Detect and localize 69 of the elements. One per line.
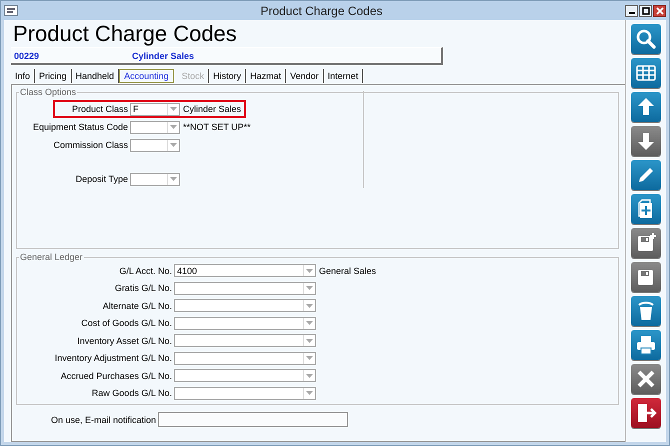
- tab[interactable]: Info: [11, 68, 36, 82]
- field-label: Deposit Type: [74, 174, 128, 184]
- tab[interactable]: Hazmat: [246, 68, 286, 82]
- grid-icon: [635, 62, 657, 84]
- floppy-button[interactable]: [631, 262, 661, 292]
- tab[interactable]: Pricing: [35, 68, 72, 82]
- field-label: G/L Acct. No.: [118, 266, 172, 276]
- group-title: General Ledger: [19, 252, 84, 262]
- close-icon: [656, 6, 664, 14]
- dropdown-arrow-icon: [306, 321, 313, 326]
- dropdown[interactable]: F: [130, 102, 180, 116]
- grid-button[interactable]: [631, 58, 661, 88]
- field-label: Inventory Adjustment G/L No.: [54, 353, 172, 364]
- dropdown-arrow-icon: [306, 356, 313, 360]
- tab[interactable]: History: [209, 68, 246, 82]
- field-label: Product Class: [70, 104, 128, 114]
- page-heading: Product Charge Codes: [13, 22, 238, 46]
- dropdown[interactable]: 4100: [174, 264, 316, 278]
- field-label: Raw Goods G/L No.: [90, 388, 172, 398]
- pencil-button[interactable]: [631, 160, 661, 190]
- field-label: Inventory Asset G/L No.: [76, 336, 172, 346]
- printer-icon: [635, 334, 657, 356]
- record-code: 00229: [13, 50, 40, 60]
- dropdown-arrow-icon: [306, 338, 313, 343]
- window-title: Product Charge Codes: [259, 4, 384, 18]
- search-icon: [635, 28, 657, 50]
- exit-door-icon: [635, 402, 657, 424]
- exit-door-button[interactable]: [631, 398, 661, 428]
- minimize-button[interactable]: [625, 4, 638, 16]
- floppy-plus-icon: [635, 232, 657, 254]
- group-title: Class Options: [19, 87, 78, 97]
- new-document-button[interactable]: [631, 194, 661, 224]
- dropdown-arrow-icon: [306, 286, 313, 290]
- tab[interactable]: Handheld: [72, 68, 120, 82]
- dropdown-arrow-icon: [306, 268, 313, 273]
- field-label: On use, E-mail notification: [50, 414, 156, 424]
- close-button[interactable]: [653, 4, 666, 16]
- field-label: Gratis G/L No.: [114, 283, 172, 294]
- field-description: General Sales: [319, 266, 376, 276]
- tab[interactable]: Internet: [324, 68, 364, 82]
- field-label: Commission Class: [52, 140, 128, 150]
- maximize-button[interactable]: [639, 4, 652, 16]
- field-label: Alternate G/L No.: [102, 300, 172, 311]
- field-description: **NOT SET UP**: [183, 122, 251, 132]
- field-description: Cylinder Sales: [183, 104, 242, 114]
- search-button[interactable]: [631, 24, 661, 54]
- field-label: Equipment Status Code: [32, 122, 128, 132]
- field-label: Accrued Purchases G/L No.: [60, 370, 172, 381]
- tab[interactable]: Accounting: [119, 68, 174, 82]
- dropdown-arrow-icon: [306, 374, 313, 378]
- dropdown-arrow-icon: [170, 143, 177, 147]
- dropdown-arrow-icon: [170, 125, 177, 129]
- floppy-plus-button[interactable]: [631, 228, 661, 258]
- field-label: Cost of Goods G/L No.: [80, 318, 172, 328]
- up-arrow-button[interactable]: [631, 92, 661, 122]
- trash-button[interactable]: [631, 296, 661, 326]
- dropdown-arrow-icon: [306, 391, 313, 396]
- dropdown-arrow-icon: [170, 107, 177, 111]
- close-button[interactable]: [631, 364, 661, 394]
- record-name: Cylinder Sales: [132, 50, 194, 60]
- dropdown-arrow-icon: [306, 304, 313, 308]
- email-field[interactable]: [158, 412, 348, 427]
- app-icon: [4, 5, 18, 16]
- maximize-icon: [642, 6, 650, 14]
- printer-button[interactable]: [631, 330, 661, 360]
- down-arrow-button[interactable]: [631, 126, 661, 156]
- tab[interactable]: Vendor: [286, 68, 324, 82]
- dropdown-arrow-icon: [170, 177, 177, 181]
- close-icon: [635, 368, 657, 390]
